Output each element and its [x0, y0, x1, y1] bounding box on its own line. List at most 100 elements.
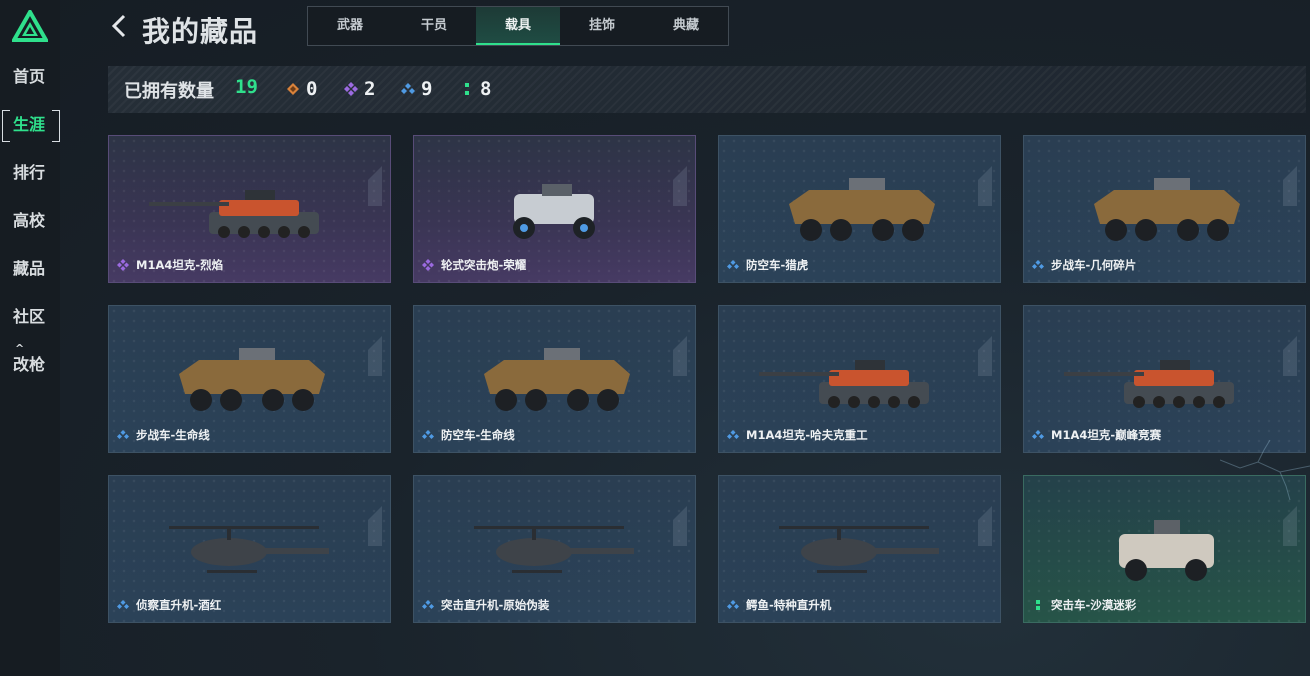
- blue-diamond-icon: [727, 430, 739, 439]
- rarity-green-count: 8: [460, 78, 491, 100]
- card-label: M1A4坦克-巅峰竞赛: [1032, 427, 1161, 443]
- owned-count: 19: [235, 76, 258, 98]
- tank-illustration: [1064, 360, 1234, 408]
- purple-diamond-icon: [117, 259, 129, 271]
- rarity-count: 2: [364, 78, 376, 100]
- blue-diamond-icon: [1032, 430, 1044, 439]
- apc-illustration: [789, 178, 935, 241]
- helicopter-illustration: [169, 526, 329, 573]
- rarity-purple-count: 2: [344, 78, 375, 100]
- glass-crack-decoration: [1220, 440, 1310, 500]
- card-label: M1A4坦克-哈夫克重工: [727, 427, 868, 443]
- vehicle-card[interactable]: 步战车-几何碎片: [1023, 135, 1306, 283]
- card-name: 步战车-几何碎片: [1051, 258, 1137, 272]
- jeep-illustration: [1119, 520, 1214, 581]
- card-name: 防空车-猎虎: [746, 258, 809, 272]
- green-dots-icon: [465, 83, 469, 95]
- vehicle-card[interactable]: 轮式突击炮-荣耀: [413, 135, 696, 283]
- card-label: 防空车-生命线: [422, 427, 515, 443]
- blue-diamond-icon: [401, 83, 415, 94]
- card-label: M1A4坦克-烈焰: [117, 257, 223, 273]
- rarity-count: 0: [306, 78, 318, 100]
- purple-diamond-icon: [422, 259, 434, 271]
- card-name: 鳄鱼-特种直升机: [746, 598, 832, 612]
- helicopter-illustration: [779, 526, 939, 573]
- blue-diamond-icon: [117, 600, 129, 609]
- orange-diamond-icon: [287, 83, 299, 95]
- card-label: 侦察直升机-酒红: [117, 597, 221, 613]
- card-name: 侦察直升机-酒红: [136, 598, 222, 612]
- sidebar-item-ranking[interactable]: 排行: [6, 158, 54, 188]
- card-name: 步战车-生命线: [136, 428, 210, 442]
- category-tabs: 武器 干员 载具 挂饰 典藏: [307, 6, 729, 46]
- blue-diamond-icon: [727, 600, 739, 609]
- rarity-orange-count: 0: [286, 78, 317, 100]
- card-label: 鳄鱼-特种直升机: [727, 597, 831, 613]
- sidebar-item-college[interactable]: 高校: [6, 206, 54, 236]
- vehicle-card[interactable]: 侦察直升机-酒红: [108, 475, 391, 623]
- tab-operators[interactable]: 干员: [392, 7, 476, 45]
- blue-diamond-icon: [117, 430, 129, 439]
- card-name: M1A4坦克-巅峰竞赛: [1051, 428, 1162, 442]
- apc-illustration: [179, 348, 325, 411]
- card-label: 防空车-猎虎: [727, 257, 808, 273]
- card-label: 轮式突击炮-荣耀: [422, 257, 526, 273]
- sidebar-item-gunsmith[interactable]: 改枪: [6, 350, 54, 380]
- rarity-count: 9: [421, 78, 433, 100]
- card-name: 轮式突击炮-荣耀: [441, 258, 527, 272]
- rarity-blue-count: 9: [401, 78, 432, 100]
- vehicle-card[interactable]: 防空车-生命线: [413, 305, 696, 453]
- apc-illustration: [1094, 178, 1240, 241]
- vehicle-card[interactable]: M1A4坦克-巅峰竞赛: [1023, 305, 1306, 453]
- sidebar-item-home[interactable]: 首页: [6, 62, 54, 92]
- vehicle-card[interactable]: 步战车-生命线: [108, 305, 391, 453]
- buggy-illustration: [513, 184, 595, 239]
- card-label: 步战车-生命线: [117, 427, 210, 443]
- blue-diamond-icon: [1032, 260, 1044, 269]
- logo-icon[interactable]: [12, 10, 48, 42]
- sidebar-item-label: 改枪: [13, 355, 46, 374]
- sidebar-item-community[interactable]: 社区^: [6, 302, 54, 355]
- card-name: 突击车-沙漠迷彩: [1051, 598, 1137, 612]
- sidebar-nav: 首页 生涯 排行 高校 藏品 社区^ 改枪: [0, 62, 60, 398]
- card-name: M1A4坦克-烈焰: [136, 258, 224, 272]
- sidebar-item-label: 排行: [13, 163, 46, 182]
- sidebar-item-collection[interactable]: 藏品: [6, 254, 54, 284]
- helicopter-illustration: [474, 526, 634, 573]
- vehicle-card[interactable]: M1A4坦克-烈焰: [108, 135, 391, 283]
- tank-illustration: [759, 360, 929, 408]
- vehicle-card[interactable]: M1A4坦克-哈夫克重工: [718, 305, 1001, 453]
- blue-diamond-icon: [422, 430, 434, 439]
- tab-classics[interactable]: 典藏: [644, 7, 728, 45]
- vehicle-card[interactable]: 突击直升机-原始伪装: [413, 475, 696, 623]
- blue-diamond-icon: [727, 260, 739, 269]
- tab-charms[interactable]: 挂饰: [560, 7, 644, 45]
- green-dots-icon: [1036, 600, 1040, 610]
- back-arrow-icon[interactable]: [110, 12, 128, 40]
- sidebar-item-label: 高校: [13, 211, 46, 230]
- sidebar-item-label: 首页: [13, 67, 46, 86]
- owned-label: 已拥有数量: [124, 81, 214, 102]
- sidebar-item-label: 藏品: [13, 259, 46, 278]
- tab-weapons[interactable]: 武器: [308, 7, 392, 45]
- blue-diamond-icon: [422, 600, 434, 609]
- card-name: 突击直升机-原始伪装: [441, 598, 550, 612]
- card-label: 步战车-几何碎片: [1032, 257, 1136, 273]
- vehicle-card[interactable]: 鳄鱼-特种直升机: [718, 475, 1001, 623]
- sidebar-item-career[interactable]: 生涯: [6, 110, 54, 140]
- page-title: 我的藏品: [142, 15, 259, 48]
- rarity-count: 8: [480, 78, 492, 100]
- card-label: 突击直升机-原始伪装: [422, 597, 549, 613]
- card-label: 突击车-沙漠迷彩: [1032, 597, 1136, 613]
- card-name: 防空车-生命线: [441, 428, 515, 442]
- purple-diamond-icon: [344, 82, 358, 96]
- collection-stats: 已拥有数量 19 0 2 9 8: [108, 66, 1306, 113]
- tank-illustration: [149, 190, 319, 238]
- sidebar-item-label: 生涯: [13, 115, 46, 134]
- vehicle-card[interactable]: 防空车-猎虎: [718, 135, 1001, 283]
- card-name: M1A4坦克-哈夫克重工: [746, 428, 868, 442]
- sidebar: 首页 生涯 排行 高校 藏品 社区^ 改枪: [0, 0, 60, 676]
- sidebar-item-label: 社区: [13, 307, 46, 326]
- tab-vehicles[interactable]: 载具: [476, 7, 560, 45]
- apc-illustration: [484, 348, 630, 411]
